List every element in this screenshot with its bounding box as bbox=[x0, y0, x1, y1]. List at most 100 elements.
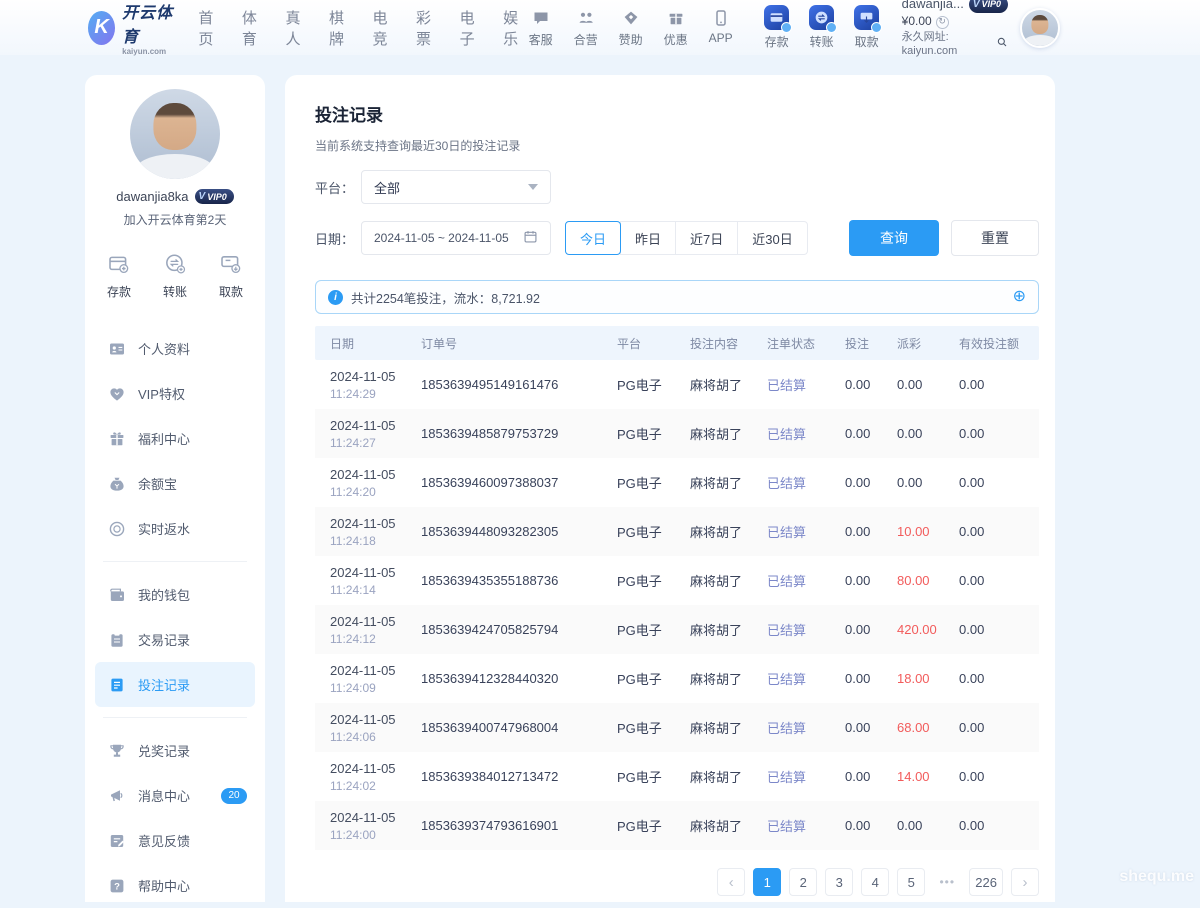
nav-item-6[interactable]: 电子 bbox=[460, 7, 481, 49]
cell-platform: PG电子 bbox=[617, 375, 690, 394]
cell-date: 2024-11-0511:24:12 bbox=[315, 614, 421, 646]
cell-status: 已结算 bbox=[767, 522, 845, 541]
summary-bar: i 共计2254笔投注，流水：8,721.92 ⊕ bbox=[315, 280, 1039, 314]
top-action-chat[interactable]: 客服 bbox=[524, 8, 558, 48]
quick-filter-今日[interactable]: 今日 bbox=[565, 221, 621, 255]
cell-order-number: 1853639424705825794 bbox=[421, 622, 617, 637]
username[interactable]: dawanjia... bbox=[902, 0, 964, 13]
table-row: 2024-11-0511:24:091853639412328440320PG电… bbox=[315, 654, 1039, 703]
sidebar-action-label: 转账 bbox=[163, 283, 187, 300]
bet-date: 2024-11-05 bbox=[330, 614, 421, 629]
search-button[interactable]: 查询 bbox=[849, 220, 939, 256]
cell-status: 已结算 bbox=[767, 669, 845, 688]
cell-valid-bet: 0.00 bbox=[959, 671, 1039, 686]
quick-filter-近7日[interactable]: 近7日 bbox=[675, 221, 738, 255]
sidebar-action-withdraw[interactable]: 取款 bbox=[219, 252, 243, 300]
sidebar-item-message[interactable]: 消息中心20 bbox=[95, 773, 255, 818]
sidebar-item-help[interactable]: ?帮助中心 bbox=[95, 863, 255, 908]
page-button-3[interactable]: 3 bbox=[825, 868, 853, 896]
cell-order-number: 1853639400747968004 bbox=[421, 720, 617, 735]
sidebar-item-rebate[interactable]: 实时返水 bbox=[95, 506, 255, 551]
sidebar-action-transfer[interactable]: 转账 bbox=[163, 252, 187, 300]
cell-status: 已结算 bbox=[767, 571, 845, 590]
sidebar-divider bbox=[103, 717, 247, 718]
nav-item-4[interactable]: 电竞 bbox=[373, 7, 394, 49]
refresh-balance-icon[interactable]: ↻ bbox=[936, 16, 949, 29]
sidebar-item-profile[interactable]: 个人资料 bbox=[95, 326, 255, 371]
cell-order-number: 1853639448093282305 bbox=[421, 524, 617, 539]
nav-item-7[interactable]: 娱乐 bbox=[503, 7, 524, 49]
main-nav: 首页体育真人棋牌电竞彩票电子娱乐 bbox=[198, 7, 523, 49]
user-avatar[interactable] bbox=[1020, 8, 1060, 48]
top-action-app[interactable]: APP bbox=[704, 8, 738, 48]
page-button-1[interactable]: 1 bbox=[753, 868, 781, 896]
prize-icon bbox=[108, 742, 126, 760]
reset-button[interactable]: 重置 bbox=[951, 220, 1039, 256]
nav-item-0[interactable]: 首页 bbox=[198, 7, 219, 49]
cell-platform: PG电子 bbox=[617, 473, 690, 492]
top-action-sponsor[interactable]: 赞助 bbox=[614, 8, 648, 48]
top-action-partners[interactable]: 合营 bbox=[569, 8, 603, 48]
prev-page-button[interactable]: ‹ bbox=[717, 868, 745, 896]
table-body: 2024-11-0511:24:291853639495149161476PG电… bbox=[315, 360, 1039, 850]
deposit-tile-icon bbox=[764, 5, 789, 30]
cell-payout: 420.00 bbox=[897, 622, 959, 637]
nav-item-1[interactable]: 体育 bbox=[242, 7, 263, 49]
sidebar-item-transactions[interactable]: 交易记录 bbox=[95, 617, 255, 662]
platform-select[interactable]: 全部 bbox=[361, 170, 551, 204]
top-action-gift[interactable]: 优惠 bbox=[659, 8, 693, 48]
sidebar-item-yuebao[interactable]: 余额宝 bbox=[95, 461, 255, 506]
date-label: 日期： bbox=[315, 229, 361, 248]
join-days-text: 加入开云体育第2天 bbox=[85, 211, 265, 228]
nav-item-5[interactable]: 彩票 bbox=[416, 7, 437, 49]
sidebar-item-welfare[interactable]: 福利中心 bbox=[95, 416, 255, 461]
sidebar-action-deposit[interactable]: 存款 bbox=[107, 252, 131, 300]
sidebar-item-feedback[interactable]: 意见反馈 bbox=[95, 818, 255, 863]
cell-payout: 0.00 bbox=[897, 475, 959, 490]
page-button-2[interactable]: 2 bbox=[789, 868, 817, 896]
top-action-label: 赞助 bbox=[619, 31, 643, 48]
page-button-5[interactable]: 5 bbox=[897, 868, 925, 896]
sidebar-menu: 个人资料VIP特权福利中心余额宝实时返水我的钱包交易记录投注记录兑奖记录消息中心… bbox=[85, 326, 265, 908]
feedback-icon bbox=[108, 832, 126, 850]
message-icon bbox=[108, 787, 126, 805]
profile-avatar[interactable] bbox=[130, 89, 220, 179]
profile-username: dawanjia8ka bbox=[116, 189, 188, 204]
cell-order-number: 1853639485879753729 bbox=[421, 426, 617, 441]
expand-icon[interactable]: ⊕ bbox=[1013, 289, 1026, 305]
cell-date: 2024-11-0511:24:20 bbox=[315, 467, 421, 499]
sidebar-item-wallet[interactable]: 我的钱包 bbox=[95, 572, 255, 617]
cell-valid-bet: 0.00 bbox=[959, 426, 1039, 441]
cell-order-number: 1853639412328440320 bbox=[421, 671, 617, 686]
chat-icon bbox=[531, 8, 551, 28]
date-range-input[interactable]: 2024-11-05 ~ 2024-11-05 bbox=[361, 221, 551, 255]
sidebar-item-label: 实时返水 bbox=[138, 519, 190, 538]
page-button-4[interactable]: 4 bbox=[861, 868, 889, 896]
nav-item-3[interactable]: 棋牌 bbox=[329, 7, 350, 49]
cell-date: 2024-11-0511:24:00 bbox=[315, 810, 421, 842]
top-action-label: 存款 bbox=[765, 33, 789, 50]
bet-time: 11:24:02 bbox=[330, 779, 421, 793]
date-range-value: 2024-11-05 ~ 2024-11-05 bbox=[374, 231, 509, 245]
table-row: 2024-11-0511:24:001853639374793616901PG电… bbox=[315, 801, 1039, 850]
quick-filter-昨日[interactable]: 昨日 bbox=[620, 221, 676, 255]
top-action-transfer[interactable]: 转账 bbox=[805, 5, 839, 50]
sidebar-item-prize[interactable]: 兑奖记录 bbox=[95, 728, 255, 773]
calendar-icon bbox=[523, 229, 538, 247]
top-action-withdraw[interactable]: 取款 bbox=[850, 5, 884, 50]
cell-platform: PG电子 bbox=[617, 669, 690, 688]
bet-date: 2024-11-05 bbox=[330, 418, 421, 433]
page-button-226[interactable]: 226 bbox=[969, 868, 1003, 896]
cell-status: 已结算 bbox=[767, 620, 845, 639]
brand-logo[interactable]: K 开云体育 kaiyun.com bbox=[88, 0, 176, 56]
search-icon[interactable] bbox=[996, 36, 1008, 52]
sidebar-item-vip[interactable]: VIP特权 bbox=[95, 371, 255, 416]
cell-platform: PG电子 bbox=[617, 718, 690, 737]
quick-filter-近30日[interactable]: 近30日 bbox=[737, 221, 807, 255]
top-action-deposit[interactable]: 存款 bbox=[760, 5, 794, 50]
nav-item-2[interactable]: 真人 bbox=[285, 7, 306, 49]
sidebar-item-bets[interactable]: 投注记录 bbox=[95, 662, 255, 707]
bet-time: 11:24:09 bbox=[330, 681, 421, 695]
next-page-button[interactable]: › bbox=[1011, 868, 1039, 896]
cell-platform: PG电子 bbox=[617, 571, 690, 590]
